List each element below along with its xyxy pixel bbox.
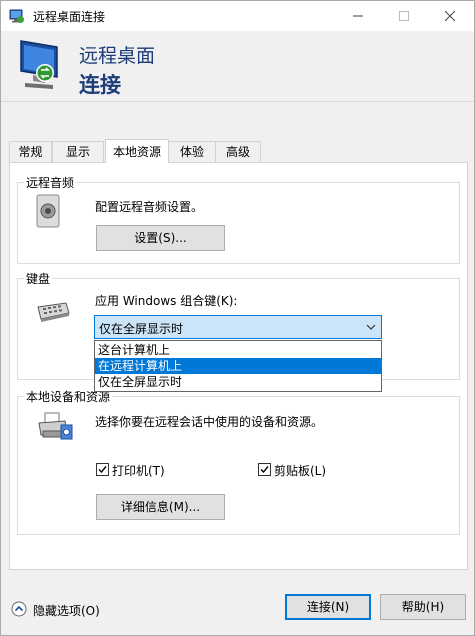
keyboard-legend: 键盘 bbox=[24, 270, 53, 287]
tab-experience[interactable]: 体验 bbox=[168, 141, 216, 162]
windows-key-combo-select[interactable]: 仅在全屏显示时 bbox=[94, 315, 382, 339]
audio-settings-button[interactable]: 设置(S)... bbox=[96, 225, 225, 251]
minimize-button[interactable] bbox=[335, 1, 381, 31]
title-bar: 远程桌面连接 bbox=[1, 1, 474, 31]
keyboard-icon bbox=[36, 299, 70, 323]
header-banner: 远程桌面 连接 bbox=[1, 31, 474, 101]
remote-desktop-window: 远程桌面连接 远程桌面 连接 常规 显示 本地资源 体验 高级 远程音频 配置远… bbox=[0, 0, 475, 636]
remote-desktop-monitor-icon bbox=[17, 37, 67, 93]
tab-advanced[interactable]: 高级 bbox=[215, 141, 261, 162]
tab-general-label: 常规 bbox=[18, 145, 43, 159]
clipboard-checkbox[interactable] bbox=[258, 463, 271, 476]
maximize-button[interactable] bbox=[381, 1, 427, 31]
printer-checkbox-label[interactable]: 打印机(T) bbox=[112, 462, 165, 479]
banner-divider bbox=[1, 101, 474, 102]
tab-experience-label: 体验 bbox=[179, 145, 204, 159]
combo-option-local[interactable]: 这台计算机上 bbox=[95, 342, 381, 358]
banner-title-line1: 远程桌面 bbox=[79, 45, 156, 67]
tab-local-resources[interactable]: 本地资源 bbox=[105, 139, 169, 163]
chevron-down-icon bbox=[365, 321, 377, 333]
more-details-button[interactable]: 详细信息(M)... bbox=[96, 494, 225, 520]
clipboard-checkbox-label[interactable]: 剪贴板(L) bbox=[274, 462, 326, 479]
hide-options-link[interactable]: 隐藏选项(O) bbox=[33, 602, 100, 619]
tab-display[interactable]: 显示 bbox=[52, 141, 104, 162]
combo-option-fullscreen[interactable]: 仅在全屏显示时 bbox=[95, 374, 381, 390]
speaker-icon bbox=[36, 194, 60, 228]
close-button[interactable] bbox=[427, 1, 473, 31]
window-title: 远程桌面连接 bbox=[33, 10, 106, 24]
keyboard-description: 应用 Windows 组合键(K): bbox=[95, 294, 238, 308]
windows-key-combo-dropdown: 这台计算机上 在远程计算机上 仅在全屏显示时 bbox=[94, 340, 382, 392]
help-button[interactable]: 帮助(H) bbox=[380, 594, 466, 620]
printer-device-icon bbox=[37, 411, 73, 443]
tab-display-label: 显示 bbox=[65, 145, 90, 159]
combo-option-remote[interactable]: 在远程计算机上 bbox=[95, 358, 381, 374]
audio-description: 配置远程音频设置。 bbox=[95, 200, 204, 214]
printer-checkbox[interactable] bbox=[96, 463, 109, 476]
tab-advanced-label: 高级 bbox=[225, 145, 250, 159]
remote-desktop-app-icon bbox=[9, 8, 25, 24]
combo-selected-value: 仅在全屏显示时 bbox=[99, 322, 184, 336]
banner-title-line2: 连接 bbox=[79, 73, 121, 97]
tab-general[interactable]: 常规 bbox=[9, 141, 52, 162]
remote-audio-legend: 远程音频 bbox=[24, 174, 77, 191]
remote-audio-group: 远程音频 bbox=[17, 174, 460, 264]
local-devices-description: 选择你要在远程会话中使用的设备和资源。 bbox=[95, 415, 324, 429]
chevron-up-circle-icon[interactable] bbox=[11, 601, 27, 617]
connect-button[interactable]: 连接(N) bbox=[285, 594, 371, 620]
tab-local-resources-label: 本地资源 bbox=[112, 145, 161, 159]
